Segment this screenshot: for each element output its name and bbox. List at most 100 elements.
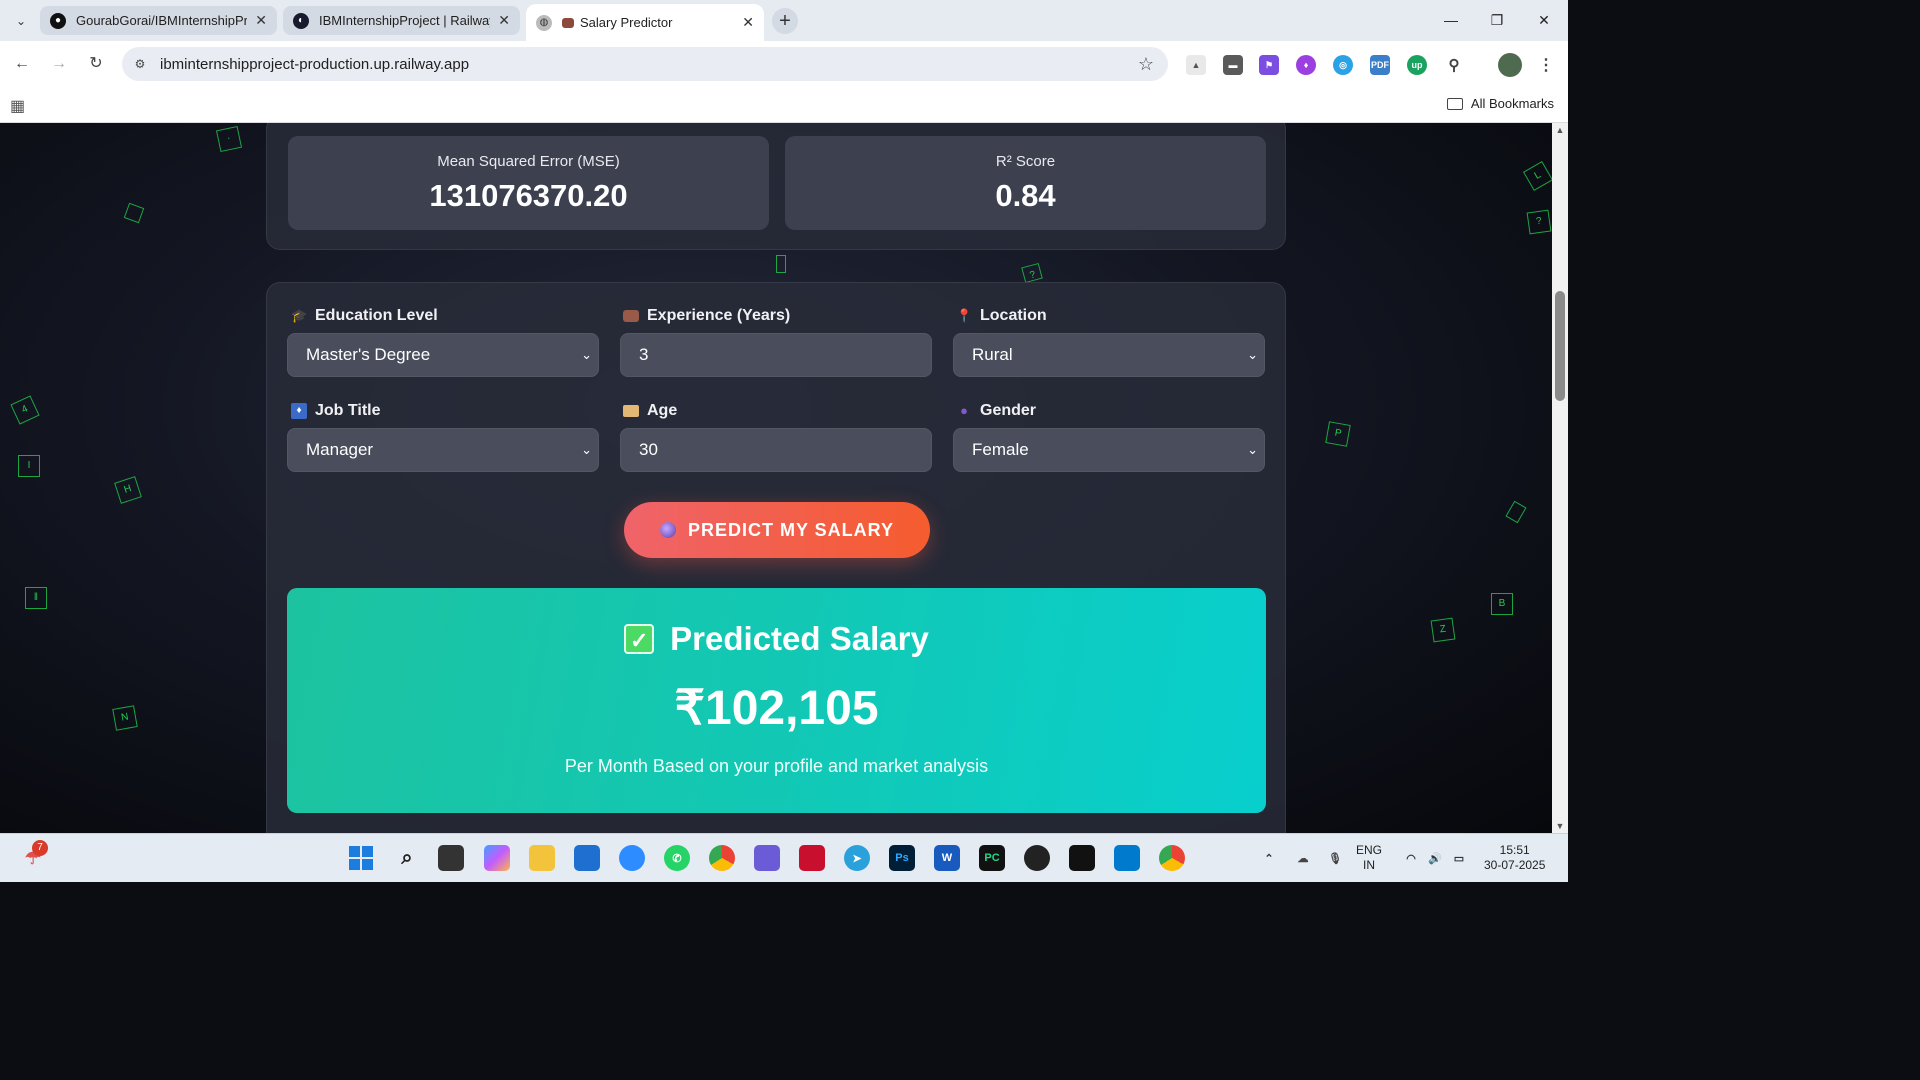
app-cube-icon[interactable] xyxy=(1069,845,1095,871)
extension-upwork-icon[interactable]: up xyxy=(1407,55,1427,75)
location-selected-value: Rural xyxy=(972,345,1013,364)
tab-railway[interactable]: ◐ IBMInternshipProject | Railway ✕ xyxy=(283,6,520,35)
close-tab-icon[interactable]: ✕ xyxy=(255,12,267,29)
education-select[interactable]: Master's Degree ⌄ xyxy=(287,333,599,377)
search-icon[interactable]: ⌕ xyxy=(394,845,420,871)
gender-select[interactable]: Female ⌄ xyxy=(953,428,1265,472)
copilot-icon[interactable] xyxy=(484,845,510,871)
all-bookmarks-button[interactable]: All Bookmarks xyxy=(1446,96,1554,111)
restore-icon[interactable]: ❐ xyxy=(1482,8,1512,32)
tab-salary-predictor[interactable]: ◍ Salary Predictor ✕ xyxy=(526,4,764,41)
whatsapp-icon[interactable]: ✆ xyxy=(664,845,690,871)
language-indicator[interactable]: ENG IN xyxy=(1356,843,1382,873)
windows-start-icon[interactable] xyxy=(348,845,374,871)
mse-card: Mean Squared Error (MSE) 131076370.20 xyxy=(288,136,769,230)
check-mark-icon: ✓ xyxy=(624,624,655,654)
show-hidden-icons-chevron-icon[interactable]: ⌃ xyxy=(1256,845,1282,871)
date-text: 30-07-2025 xyxy=(1484,858,1546,872)
microphone-icon[interactable]: 🎙 xyxy=(1322,845,1348,871)
experience-input[interactable]: 3 xyxy=(620,333,932,377)
chevron-down-icon: ⌄ xyxy=(581,442,592,457)
scroll-down-icon[interactable]: ▼ xyxy=(1555,821,1565,831)
tab-github[interactable]: ● GourabGorai/IBMInternshipProj ✕ xyxy=(40,6,277,35)
chevron-down-icon: ⌄ xyxy=(1247,442,1258,457)
predict-button-label: PREDICT MY SALARY xyxy=(687,519,895,540)
age-input[interactable]: 30 xyxy=(620,428,932,472)
suit-icon: ♦ xyxy=(291,403,307,419)
python-icon[interactable] xyxy=(619,845,645,871)
address-bar[interactable]: ⚙ ibminternshipproject-production.up.rai… xyxy=(122,47,1168,81)
windows-taskbar: ☂ ⌕ ✆ ➤ Ps W PC ⌃ ☁ 🎙 ENG IN ◠ 🔊 ▭ 15:51… xyxy=(0,833,1568,882)
map-pin-icon: 📍 xyxy=(956,308,973,323)
page-scrollbar[interactable]: ▲ ▼ xyxy=(1552,123,1568,833)
telegram-icon[interactable]: ➤ xyxy=(844,845,870,871)
battery-icon[interactable]: ▭ xyxy=(1446,845,1472,871)
extension-tabs-icon[interactable]: ▬ xyxy=(1223,55,1243,75)
volume-icon[interactable]: 🔊 xyxy=(1422,845,1448,871)
photoshop-icon[interactable]: Ps xyxy=(889,845,915,871)
minimize-icon[interactable]: — xyxy=(1436,8,1466,32)
floating-glyph-decoration: L xyxy=(1522,160,1552,192)
microsoft-store-icon[interactable] xyxy=(574,845,600,871)
floating-glyph-decoration xyxy=(1505,500,1527,524)
extension-flame-icon[interactable]: ♦ xyxy=(1296,55,1316,75)
onedrive-icon[interactable]: ☁ xyxy=(1290,845,1316,871)
predicted-salary-card: ✓ Predicted Salary ₹102,105 Per Month Ba… xyxy=(287,588,1266,813)
extension-a-icon[interactable]: ▲ xyxy=(1186,55,1206,75)
site-settings-icon[interactable]: ⚙ xyxy=(132,56,148,72)
vscode-icon[interactable] xyxy=(1114,845,1140,871)
birthday-cake-icon xyxy=(623,405,639,417)
result-subtitle: Per Month Based on your profile and mark… xyxy=(564,756,989,776)
scroll-up-icon[interactable]: ▲ xyxy=(1555,125,1565,135)
crystal-ball-icon xyxy=(659,522,676,538)
task-view-icon[interactable] xyxy=(438,845,464,871)
floating-glyph-decoration: ‖ xyxy=(25,587,47,609)
floating-glyph-decoration: 4 xyxy=(10,395,40,425)
close-tab-icon[interactable]: ✕ xyxy=(742,14,754,31)
new-tab-button[interactable]: + xyxy=(772,8,798,34)
experience-label-text: Experience (Years) xyxy=(647,307,791,324)
extension-pdf-icon[interactable]: PDF xyxy=(1370,55,1390,75)
more-menu-icon[interactable]: ⋮ xyxy=(1536,55,1556,75)
tab-title: GourabGorai/IBMInternshipProj xyxy=(76,13,248,28)
tab-search-chevron-icon[interactable]: ⌄ xyxy=(10,10,32,32)
chrome-icon[interactable] xyxy=(709,845,735,871)
education-label-text: Education Level xyxy=(315,307,438,324)
extension-flag-icon[interactable]: ⚑ xyxy=(1259,55,1279,75)
experience-value: 3 xyxy=(639,345,649,364)
url-text[interactable]: ibminternshipproject-production.up.railw… xyxy=(160,56,469,73)
extensions-puzzle-icon[interactable]: ⚲ xyxy=(1444,55,1464,75)
extension-copilot-icon[interactable]: ◎ xyxy=(1333,55,1353,75)
location-label: 📍 Location xyxy=(956,307,1047,325)
wifi-icon[interactable]: ◠ xyxy=(1398,845,1424,871)
railway-icon: ◐ xyxy=(293,12,309,29)
job-title-select[interactable]: Manager ⌄ xyxy=(287,428,599,472)
location-select[interactable]: Rural ⌄ xyxy=(953,333,1265,377)
gender-selected-value: Female xyxy=(972,440,1029,459)
scrollbar-thumb[interactable] xyxy=(1555,291,1565,401)
file-explorer-icon[interactable] xyxy=(529,845,555,871)
reload-icon[interactable]: ↻ xyxy=(85,53,107,75)
briefcase-icon xyxy=(623,310,639,322)
floating-glyph-decoration: B xyxy=(1491,593,1513,615)
shield-app-icon[interactable] xyxy=(799,845,825,871)
floating-glyph-decoration: P xyxy=(1325,421,1351,447)
profile-avatar[interactable] xyxy=(1498,53,1522,77)
result-heading-text: Predicted Salary xyxy=(670,620,929,657)
floating-glyph-decoration xyxy=(776,255,786,273)
predict-salary-button[interactable]: PREDICT MY SALARY xyxy=(624,502,930,558)
word-icon[interactable]: W xyxy=(934,845,960,871)
back-icon[interactable]: ← xyxy=(11,53,33,75)
bookmark-star-icon[interactable]: ☆ xyxy=(1138,54,1154,75)
pycharm-icon[interactable]: PC xyxy=(979,845,1005,871)
obs-icon[interactable] xyxy=(1024,845,1050,871)
forward-icon[interactable]: → xyxy=(48,53,70,75)
close-window-icon[interactable]: ✕ xyxy=(1529,8,1559,32)
apps-grid-icon[interactable]: ▦ xyxy=(10,96,25,116)
clock[interactable]: 15:51 30-07-2025 xyxy=(1484,843,1545,873)
close-tab-icon[interactable]: ✕ xyxy=(498,12,510,29)
job-title-label-text: Job Title xyxy=(315,402,381,419)
chrome-active-icon[interactable] xyxy=(1159,845,1185,871)
floating-glyph-decoration xyxy=(123,202,145,224)
microsoft-365-icon[interactable] xyxy=(754,845,780,871)
